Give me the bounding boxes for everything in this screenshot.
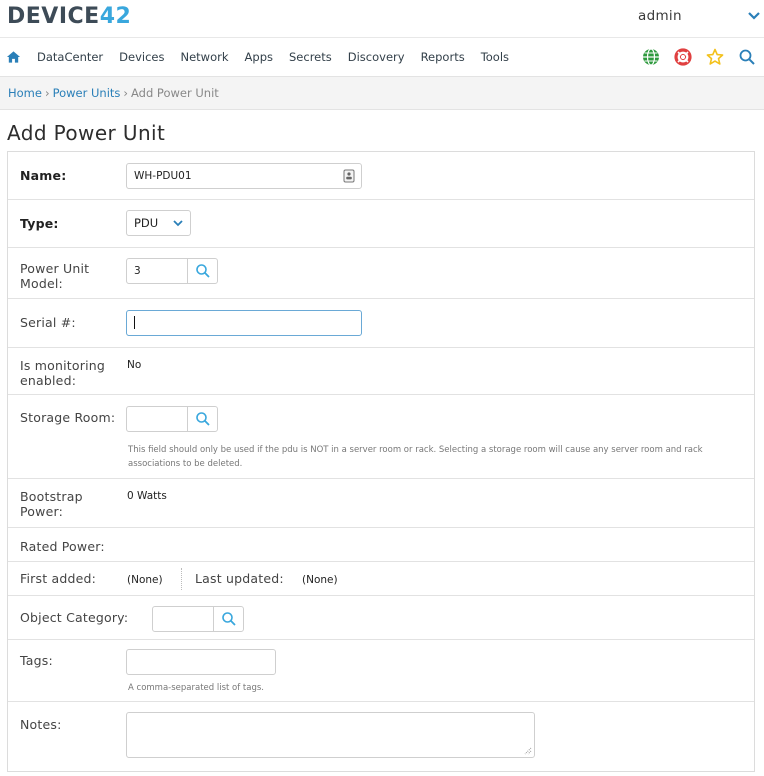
- form-row-object-category: Object Category:: [8, 596, 754, 640]
- form-row-notes: Notes:: [8, 702, 754, 771]
- nav-item-datacenter[interactable]: DataCenter: [37, 50, 103, 64]
- storage-room-label: Storage Room:: [20, 410, 116, 425]
- form-row-monitoring: Is monitoring enabled: No: [8, 348, 754, 395]
- notes-label: Notes:: [20, 717, 62, 732]
- form-row-serial: Serial #:: [8, 299, 754, 348]
- object-category-label: Object Category:: [20, 610, 129, 625]
- nav-item-network[interactable]: Network: [181, 50, 229, 64]
- nav-item-tools[interactable]: Tools: [481, 50, 509, 64]
- type-label: Type:: [20, 216, 59, 231]
- rated-power-label: Rated Power:: [20, 539, 105, 554]
- globe-icon[interactable]: [642, 48, 660, 66]
- monitoring-label: Is monitoring enabled:: [20, 358, 106, 388]
- search-icon: [222, 612, 236, 626]
- model-search-button[interactable]: [187, 259, 217, 283]
- user-menu-name[interactable]: admin: [638, 8, 682, 24]
- home-icon[interactable]: [6, 50, 21, 64]
- name-input[interactable]: WH-PDU01: [126, 163, 362, 189]
- chevron-down-icon[interactable]: [747, 9, 761, 23]
- notes-textarea[interactable]: [126, 712, 535, 758]
- logo-main: DEVICE: [7, 4, 100, 29]
- type-select-value: PDU: [134, 216, 159, 230]
- form-row-model: Power Unit Model: 3: [8, 248, 754, 299]
- serial-label: Serial #:: [20, 315, 76, 330]
- nav-item-discovery[interactable]: Discovery: [348, 50, 405, 64]
- search-icon: [196, 412, 210, 426]
- nav-item-apps[interactable]: Apps: [245, 50, 273, 64]
- nav-menu: DataCenter Devices Network Apps Secrets …: [37, 50, 525, 64]
- tags-label: Tags:: [20, 653, 53, 668]
- device42-logo[interactable]: DEVICE42: [7, 5, 131, 29]
- model-input-value: 3: [134, 265, 141, 277]
- nav-item-secrets[interactable]: Secrets: [289, 50, 332, 64]
- model-label: Power Unit Model:: [20, 261, 90, 291]
- type-select[interactable]: PDU: [126, 210, 191, 236]
- first-added-value: (None): [127, 574, 163, 586]
- breadcrumb-bar: Home › Power Units › Add Power Unit: [0, 77, 764, 110]
- power-unit-form: Name: WH-PDU01 Type: PDU Power Unit Mode…: [7, 151, 755, 772]
- object-category-lookup-input[interactable]: [152, 606, 244, 632]
- chevron-down-icon: [173, 220, 183, 227]
- name-input-value: WH-PDU01: [134, 170, 192, 182]
- form-row-bootstrap-power: Bootstrap Power: 0 Watts: [8, 479, 754, 528]
- main-nav: DataCenter Devices Network Apps Secrets …: [0, 38, 764, 77]
- form-row-storage-room: Storage Room: This field should only be …: [8, 395, 754, 479]
- breadcrumb-power-units[interactable]: Power Units: [53, 86, 121, 100]
- resize-handle-icon[interactable]: [524, 747, 532, 755]
- breadcrumb-separator: ›: [123, 86, 129, 100]
- breadcrumb: Home › Power Units › Add Power Unit: [8, 86, 219, 100]
- breadcrumb-home[interactable]: Home: [8, 86, 42, 100]
- page-title: Add Power Unit: [7, 121, 166, 145]
- last-updated-value: (None): [302, 574, 338, 586]
- search-icon[interactable]: [738, 48, 756, 66]
- serial-input[interactable]: [126, 310, 362, 336]
- storage-room-lookup-input[interactable]: [126, 406, 218, 432]
- breadcrumb-separator: ›: [44, 86, 50, 100]
- last-updated-label: Last updated:: [195, 571, 284, 586]
- nav-item-reports[interactable]: Reports: [421, 50, 465, 64]
- model-lookup-input[interactable]: 3: [126, 258, 218, 284]
- bootstrap-power-value: 0 Watts: [127, 490, 167, 502]
- storage-room-search-button[interactable]: [187, 407, 217, 431]
- text-cursor: [134, 316, 135, 329]
- tags-help-text: A comma-separated list of tags.: [128, 683, 264, 693]
- monitoring-value: No: [127, 359, 142, 371]
- top-header: DEVICE42 admin: [0, 0, 764, 38]
- form-row-rated-power: Rated Power:: [8, 528, 754, 562]
- form-row-tags: Tags: A comma-separated list of tags.: [8, 640, 754, 702]
- bootstrap-power-label: Bootstrap Power:: [20, 489, 83, 519]
- nav-item-devices[interactable]: Devices: [119, 50, 164, 64]
- storage-room-help-text: This field should only be used if the pd…: [128, 445, 703, 469]
- name-label: Name:: [20, 168, 67, 183]
- form-row-timestamps: First added: (None) Last updated: (None): [8, 562, 754, 596]
- search-icon: [196, 264, 210, 278]
- tags-input[interactable]: [126, 649, 276, 675]
- lifebuoy-icon[interactable]: [674, 48, 692, 66]
- breadcrumb-current: Add Power Unit: [131, 86, 219, 100]
- object-category-search-button[interactable]: [213, 607, 243, 631]
- star-icon[interactable]: [706, 48, 724, 66]
- logo-accent: 42: [99, 4, 132, 29]
- form-row-type: Type: PDU: [8, 200, 754, 248]
- contact-card-icon[interactable]: [343, 169, 355, 183]
- first-added-label: First added:: [20, 571, 97, 586]
- divider: [181, 568, 182, 590]
- form-row-name: Name: WH-PDU01: [8, 152, 754, 200]
